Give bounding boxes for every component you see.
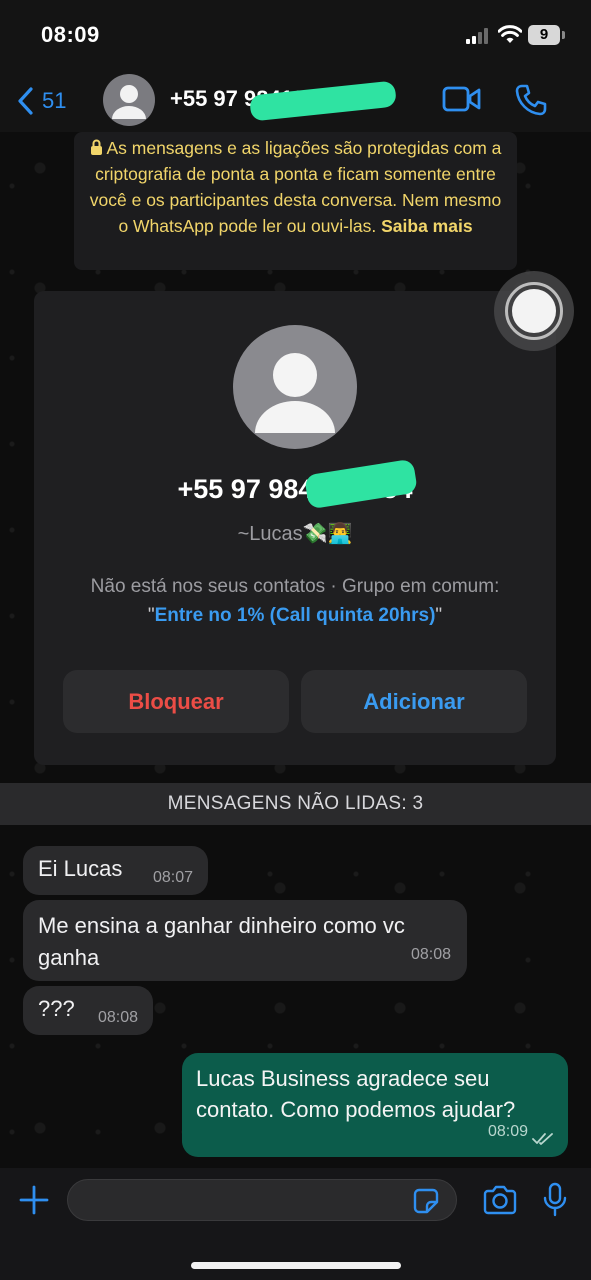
common-group-label: Não está nos seus contatos · Grupo em co…: [90, 576, 500, 597]
battery-indicator: 9: [528, 25, 560, 45]
message-text: ???: [38, 996, 75, 1021]
message-time: 08:09: [487, 1123, 528, 1140]
unread-messages-banner: MENSAGENS NÃO LIDAS: 3: [0, 783, 591, 825]
status-bar: 08:09 9: [0, 0, 591, 68]
message-input[interactable]: [67, 1179, 457, 1221]
message-text: Me ensina a ganhar dinheiro como vc ganh…: [38, 913, 405, 970]
contact-card-number: +55 97 98419-1354: [177, 474, 413, 504]
message-bubble-incoming[interactable]: Me ensina a ganhar dinheiro como vc ganh…: [23, 900, 467, 981]
message-time: 08:07: [152, 869, 193, 886]
encryption-notice[interactable]: As mensagens e as ligações são protegida…: [74, 132, 517, 270]
message-time: 08:08: [410, 946, 451, 963]
status-time: 08:09: [41, 22, 100, 47]
quote-close: ": [435, 605, 443, 626]
learn-more-link[interactable]: Saiba mais: [381, 216, 472, 236]
message-bubble-incoming[interactable]: ??? 08:08: [23, 986, 153, 1035]
avatar-placeholder-icon: [255, 353, 335, 433]
microphone-icon[interactable]: [543, 1182, 567, 1218]
message-text: Ei Lucas: [38, 856, 123, 881]
plus-icon[interactable]: [18, 1184, 50, 1216]
double-check-icon: [532, 1133, 553, 1145]
floating-record-button[interactable]: [494, 271, 574, 351]
contact-avatar[interactable]: [103, 74, 155, 126]
battery-tip: [562, 31, 565, 39]
message-bubble-incoming[interactable]: Ei Lucas 08:07: [23, 846, 208, 895]
common-group-link[interactable]: Entre no 1% (Call quinta 20hrs): [155, 605, 436, 626]
contact-common-info: Não está nos seus contatos · Grupo em co…: [34, 572, 556, 630]
message-bubble-outgoing[interactable]: Lucas Business agradece seu contato. Com…: [182, 1053, 568, 1157]
block-button[interactable]: Bloquear: [63, 670, 289, 733]
contact-card-avatar[interactable]: [233, 325, 357, 449]
avatar-placeholder-icon: [112, 85, 146, 119]
chat-screen: 08:09 9 51 +55 97 98419-135: [0, 0, 591, 1280]
cellular-signal-icon: [466, 28, 488, 44]
back-button[interactable]: 51: [16, 84, 66, 118]
quote-open: ": [147, 605, 155, 626]
record-dot: [512, 289, 556, 333]
common-group-line: "Entre no 1% (Call quinta 20hrs)": [34, 601, 556, 630]
phone-icon[interactable]: [514, 83, 548, 117]
unread-chats-count: 51: [42, 88, 67, 113]
sticker-icon[interactable]: [412, 1187, 440, 1215]
chat-header: 51 +55 97 98419-1354: [0, 68, 591, 132]
camera-icon[interactable]: [482, 1185, 518, 1215]
home-indicator[interactable]: [191, 1262, 401, 1269]
message-text: Lucas Business agradece seu contato. Com…: [196, 1066, 516, 1122]
video-call-icon[interactable]: [442, 85, 482, 113]
back-chevron-icon: [18, 87, 33, 115]
add-contact-button[interactable]: Adicionar: [301, 670, 527, 733]
contact-info-card: +55 97 98419-1354 ~Lucas💸👨‍💻 Não está no…: [34, 291, 556, 765]
wifi-icon: [498, 25, 522, 43]
message-time: 08:08: [97, 1009, 138, 1026]
contact-nickname: ~Lucas💸👨‍💻: [237, 523, 353, 545]
lock-icon: [90, 139, 102, 155]
